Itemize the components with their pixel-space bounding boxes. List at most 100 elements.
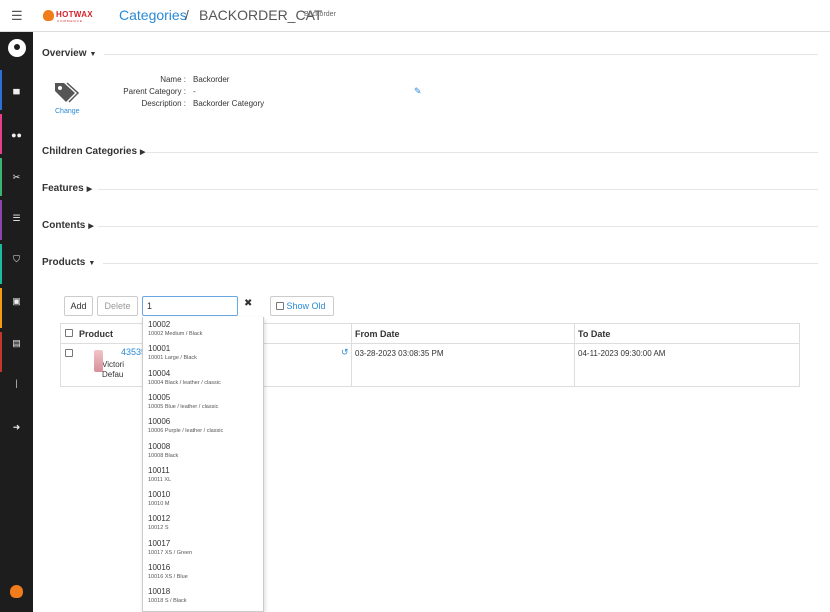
caret-down-icon: ▼ (89, 51, 97, 58)
autocomplete-dropdown: 10002 10002 Medium / Black 10001 10001 Larg… (142, 317, 264, 612)
caret-right-icon: ▶ (88, 223, 94, 230)
section-divider (98, 226, 818, 227)
show-old-toggle[interactable]: Show Old (270, 296, 334, 316)
list-icon[interactable]: ☰ (0, 213, 33, 224)
section-divider (98, 189, 818, 190)
tools-icon[interactable]: ✂ (0, 172, 33, 183)
sidebar: ▀ ●● ✂ ☰ ⛉ ▣ ▤ | ➜ (0, 32, 33, 612)
sidebar-stripe (0, 288, 2, 328)
autocomplete-option[interactable]: 10002 10002 Medium / Black (148, 320, 202, 338)
autocomplete-option[interactable]: 10005 10005 Blue / leather / classic (148, 393, 218, 411)
hamburger-menu-icon[interactable]: ☰ (11, 8, 23, 24)
breadcrumb-categories-link[interactable]: Categories (119, 7, 187, 23)
option-id: 10018 (148, 587, 171, 597)
shield-icon[interactable]: ⛉ (0, 254, 33, 265)
caret-down-icon: ▼ (88, 260, 96, 267)
option-description: 10018 S / Black (148, 598, 187, 605)
autocomplete-option[interactable]: 10008 10008 Black (148, 442, 178, 460)
option-description: 10004 Black / leather / classic (148, 379, 221, 386)
description-label: Description : (141, 99, 186, 108)
option-id: 10016 (148, 563, 171, 572)
change-image-link[interactable]: Change (55, 108, 80, 115)
products-heading[interactable]: Products ▼ (42, 257, 95, 268)
delete-button[interactable]: Delete (97, 296, 138, 316)
option-description: 10002 Medium / Black (148, 331, 203, 337)
name-label: Name : (160, 75, 186, 84)
users-icon[interactable]: ●● (0, 130, 33, 140)
section-divider (104, 54, 818, 55)
autocomplete-option[interactable]: 10017 10017 XS / Green (148, 539, 192, 557)
option-description: 10010 M (148, 501, 170, 508)
sidebar-divider: | (15, 378, 18, 388)
to-date-cell: 04-11-2023 09:30:00 AM (578, 349, 666, 358)
option-id: 10010 (148, 490, 171, 500)
option-id: 10008 (148, 441, 171, 451)
from-date-cell: 03-28-2023 03:08:35 PM (355, 349, 444, 358)
contents-title: Contents (42, 220, 86, 231)
option-description: 10016 XS / Blue (148, 574, 188, 580)
hotwax-logo[interactable]: HOTWAX COMMERCE (43, 9, 97, 23)
parent-category-label: Parent Category : (123, 87, 186, 96)
overview-title: Overview (42, 48, 87, 59)
features-title: Features (42, 183, 84, 194)
features-heading[interactable]: Features ▶ (42, 183, 92, 194)
autocomplete-option[interactable]: 10006 10006 Purple / leather / classic (148, 417, 223, 435)
hotwax-flame-icon[interactable] (10, 585, 23, 598)
add-button[interactable]: Add (64, 296, 93, 316)
product-search-input[interactable]: 1 (142, 296, 238, 316)
autocomplete-option[interactable]: 10012 10012 S (148, 514, 170, 532)
option-description: 10005 Blue / leather / classic (148, 403, 219, 410)
children-categories-heading[interactable]: Children Categories ▶ (42, 146, 145, 157)
edit-pencil-icon[interactable]: ✎ (414, 86, 422, 97)
option-description: 10017 XS / Green (148, 549, 193, 556)
caret-right-icon: ▶ (140, 149, 146, 156)
caret-right-icon: ▶ (86, 186, 93, 193)
option-id: 10004 (148, 368, 171, 378)
to-date-column-header: To Date (578, 329, 611, 339)
product-thumbnail[interactable] (94, 350, 103, 372)
flame-icon (43, 10, 54, 21)
database-icon[interactable]: ▤ (0, 338, 33, 349)
option-id: 10011 (148, 465, 170, 475)
show-old-checkbox[interactable] (276, 302, 284, 310)
camera-icon[interactable]: ▣ (0, 296, 33, 307)
autocomplete-option[interactable]: 10010 10010 M (148, 490, 170, 508)
products-title: Products (42, 257, 86, 268)
autocomplete-option[interactable]: 10001 10001 Large / Black (148, 344, 197, 362)
description-value: Backorder Category (193, 99, 265, 108)
name-value: Backorder (193, 75, 230, 84)
option-id: 10017 (148, 538, 171, 548)
children-categories-title: Children Categories (42, 146, 138, 157)
top-bar: ☰ HOTWAX COMMERCE Categories / BACKORDER… (0, 0, 830, 32)
section-divider (146, 152, 818, 153)
autocomplete-option[interactable]: 10018 10018 S / Black (148, 587, 187, 605)
select-all-checkbox[interactable] (65, 329, 73, 337)
autocomplete-option[interactable]: 10004 10004 Black / leather / classic (148, 369, 221, 387)
logo-subtext: COMMERCE (57, 19, 83, 23)
option-id: 10006 (148, 417, 171, 427)
product-column-header: Product (79, 329, 114, 339)
option-description: 10001 Large / Black (148, 355, 197, 362)
user-avatar[interactable] (8, 39, 26, 57)
cart-icon[interactable]: ▀ (0, 89, 33, 99)
option-id: 10012 (148, 514, 171, 524)
option-id: 10002 (148, 320, 171, 329)
section-divider (103, 263, 818, 264)
column-divider (351, 324, 352, 386)
contents-heading[interactable]: Contents ▶ (42, 220, 94, 231)
option-id: 10005 (148, 392, 171, 402)
autocomplete-option[interactable]: 10011 10011 XL (148, 466, 171, 484)
from-date-column-header: From Date (355, 329, 400, 339)
column-divider (574, 324, 575, 386)
option-description: 10011 XL (148, 476, 172, 483)
parent-category-value: - (193, 87, 196, 96)
undo-icon[interactable]: ↺ (341, 347, 349, 358)
autocomplete-option[interactable]: 10016 10016 XS / Blue (148, 563, 188, 581)
clear-search-icon[interactable]: ✖ (244, 298, 252, 309)
logout-icon[interactable]: ➜ (0, 422, 33, 433)
overview-heading[interactable]: Overview ▼ (42, 48, 96, 59)
row-checkbox[interactable] (65, 349, 73, 357)
breadcrumb-separator: / (185, 7, 189, 23)
product-desc-line: Defau (102, 370, 124, 379)
option-description: 10006 Purple / leather / classic (148, 428, 224, 435)
